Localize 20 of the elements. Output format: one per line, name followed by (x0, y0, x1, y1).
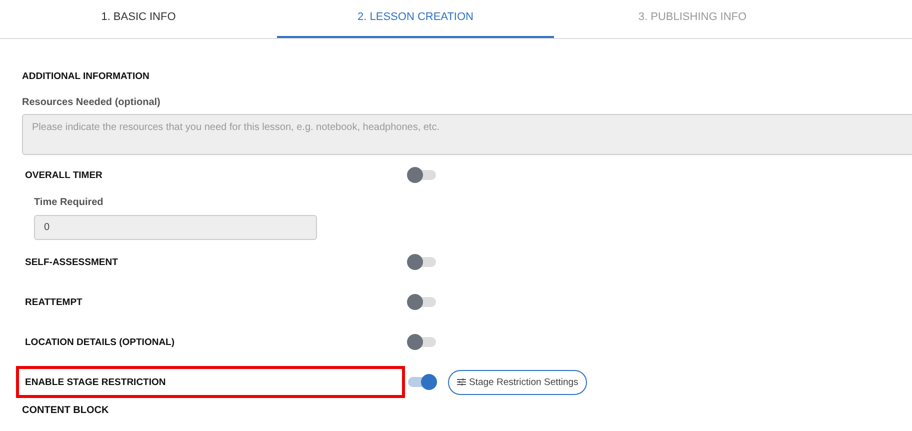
field-label: Resources Needed (optional) (22, 97, 162, 108)
section-title: ADDITIONAL INFORMATION (22, 71, 150, 82)
toggle-switch[interactable] (408, 257, 436, 267)
setting-label: OVERALL TIMER (25, 170, 104, 180)
setting-label: SELF-ASSESSMENT (25, 256, 119, 268)
field-label: Time Required (34, 197, 104, 208)
section-title: CONTENT BLOCK (22, 405, 110, 416)
resources-field[interactable]: Please indicate the resources that you need for this lesson, e.g. notebook, headphones, etc. (22, 114, 912, 155)
sliders-icon (457, 378, 466, 386)
setting-label: ENABLE STAGE RESTRICTION (25, 376, 167, 388)
setting-label: LOCATION DETAILS (OPTIONAL) (25, 336, 176, 348)
time-required-field[interactable]: 0 (34, 215, 317, 240)
step-tab[interactable]: 2. LESSON CREATION (277, 0, 554, 38)
toggle-switch[interactable] (408, 170, 436, 180)
toggle-switch[interactable] (408, 337, 436, 347)
toggle-switch[interactable] (408, 377, 436, 387)
toggle-switch[interactable] (408, 297, 436, 307)
setting-label: REATTEMPT (25, 296, 84, 308)
settings-button[interactable]: Stage Restriction Settings (448, 370, 588, 394)
step-tab[interactable]: 1. BASIC INFO (0, 0, 277, 38)
